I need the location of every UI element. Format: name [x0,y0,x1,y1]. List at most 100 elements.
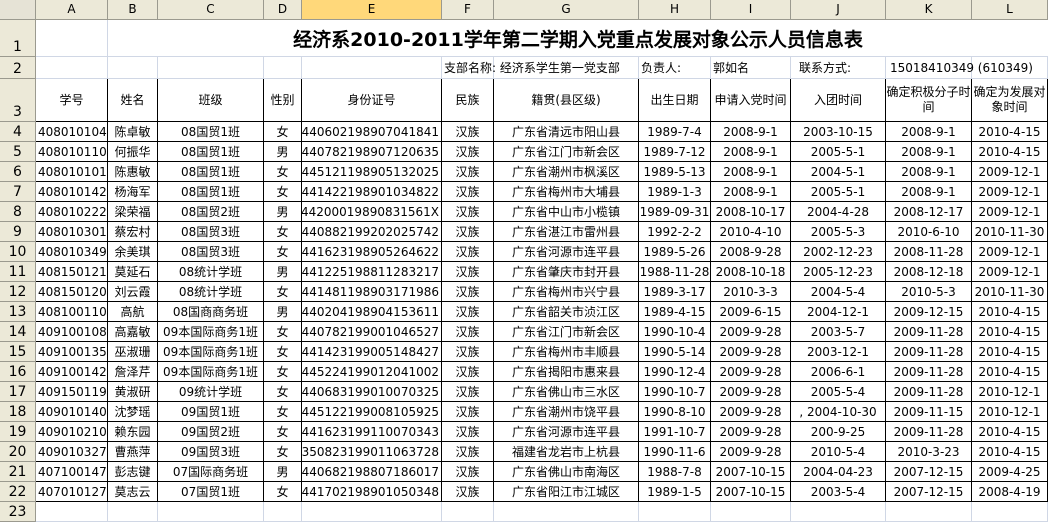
table-cell[interactable]: 440782199001046527 [302,322,442,342]
table-cell[interactable]: 2009-6-15 [711,302,791,322]
table-cell[interactable]: 汉族 [442,402,494,422]
table-cell[interactable]: 福建省龙岩市上杭县 [494,442,639,462]
table-cell[interactable]: 407010127 [36,482,108,502]
column-header-d[interactable]: D [264,0,302,20]
table-cell[interactable]: 广东省江门市新会区 [494,142,639,162]
table-cell[interactable]: 2009-11-28 [886,322,972,342]
table-cell[interactable]: 441422198901034822 [302,182,442,202]
table-cell[interactable]: 2004-5-4 [791,282,886,302]
table-cell[interactable]: 1989-5-26 [639,242,711,262]
table-cell[interactable]: 408010101 [36,162,108,182]
table-cell[interactable]: 女 [264,122,302,142]
table-cell[interactable]: 2008-9-1 [886,122,972,142]
table-cell[interactable]: 2010-3-3 [711,282,791,302]
table-cell[interactable]: 2009-11-28 [886,362,972,382]
table-cell[interactable]: 汉族 [442,242,494,262]
table-cell[interactable]: 广东省佛山市三水区 [494,382,639,402]
cell[interactable] [302,502,442,522]
cell[interactable] [36,57,108,79]
table-cell[interactable]: 08国贸1班 [158,182,264,202]
table-cell[interactable]: 08统计学班 [158,262,264,282]
table-cell[interactable]: 广东省揭阳市惠来县 [494,362,639,382]
table-cell[interactable]: 1989-4-15 [639,302,711,322]
table-cell[interactable]: 汉族 [442,382,494,402]
cell[interactable] [639,502,711,522]
table-cell[interactable]: 409100135 [36,342,108,362]
table-cell[interactable]: 彭志键 [108,462,158,482]
table-cell[interactable]: 09国贸2班 [158,422,264,442]
cell[interactable] [158,502,264,522]
leader-name[interactable]: 郭如名 [713,57,749,79]
table-cell[interactable]: 詹泽芹 [108,362,158,382]
header-5[interactable]: 民族 [442,79,494,122]
table-cell[interactable]: 汉族 [442,482,494,502]
table-cell[interactable]: 2010-11-30 [972,222,1048,242]
table-cell[interactable]: 2009-9-28 [711,322,791,342]
table-cell[interactable]: 440682198807186017 [302,462,442,482]
row-header-16[interactable]: 16 [0,362,36,382]
table-cell[interactable]: 2003-5-4 [791,482,886,502]
table-cell[interactable]: 巫淑珊 [108,342,158,362]
table-cell[interactable]: 07国贸1班 [158,482,264,502]
table-cell[interactable]: 2002-12-23 [791,242,886,262]
table-cell[interactable]: 高航 [108,302,158,322]
table-cell[interactable]: 409010210 [36,422,108,442]
table-cell[interactable]: 2008-9-28 [711,242,791,262]
table-cell[interactable]: 2010-6-10 [886,222,972,242]
table-cell[interactable]: 1988-11-28 [639,262,711,282]
table-cell[interactable]: 408010301 [36,222,108,242]
cell[interactable] [264,57,302,79]
table-cell[interactable]: 09本国际商务1班 [158,342,264,362]
table-cell[interactable]: 杨海军 [108,182,158,202]
table-cell[interactable]: 08国商商务班 [158,302,264,322]
table-cell[interactable]: 2008-10-17 [711,202,791,222]
column-header-f[interactable]: F [442,0,494,20]
table-cell[interactable]: 广东省韶关市浈江区 [494,302,639,322]
column-header-b[interactable]: B [108,0,158,20]
table-cell[interactable]: 女 [264,382,302,402]
table-cell[interactable]: 408010142 [36,182,108,202]
row-header-13[interactable]: 13 [0,302,36,322]
table-cell[interactable]: 2009-9-28 [711,422,791,442]
cell[interactable] [886,502,972,522]
table-cell[interactable]: 何振华 [108,142,158,162]
table-cell[interactable]: 408100110 [36,302,108,322]
table-cell[interactable]: 女 [264,182,302,202]
table-cell[interactable]: 2007-12-15 [886,462,972,482]
table-cell[interactable]: 汉族 [442,322,494,342]
header-11[interactable]: 确定为发展对象时间 [972,79,1048,122]
table-cell[interactable]: 女 [264,362,302,382]
row-header-11[interactable]: 11 [0,262,36,282]
table-cell[interactable]: 200-9-25 [791,422,886,442]
row-header-20[interactable]: 20 [0,442,36,462]
table-cell[interactable]: 2003-12-1 [791,342,886,362]
table-cell[interactable]: 09本国际商务1班 [158,322,264,342]
table-cell[interactable]: 1990-8-10 [639,402,711,422]
table-cell[interactable]: 高嘉敏 [108,322,158,342]
table-cell[interactable]: 2008-12-17 [886,202,972,222]
row-header-5[interactable]: 5 [0,142,36,162]
header-9[interactable]: 入团时间 [791,79,886,122]
table-cell[interactable]: 08统计学班 [158,282,264,302]
header-8[interactable]: 申请入党时间 [711,79,791,122]
table-cell[interactable]: 广东省肇庆市封开县 [494,262,639,282]
column-header-a[interactable]: A [36,0,108,20]
table-cell[interactable]: 女 [264,402,302,422]
table-cell[interactable]: 2009-11-28 [886,342,972,362]
table-cell[interactable]: 2004-5-1 [791,162,886,182]
table-cell[interactable]: 男 [264,202,302,222]
table-cell[interactable]: 广东省梅州市丰顺县 [494,342,639,362]
table-cell[interactable]: 广东省潮州市枫溪区 [494,162,639,182]
row-header-14[interactable]: 14 [0,322,36,342]
cell[interactable] [36,20,108,57]
table-cell[interactable]: 2009-9-28 [711,382,791,402]
table-cell[interactable]: 408150121 [36,262,108,282]
table-cell[interactable]: 440683199010070325 [302,382,442,402]
table-cell[interactable]: 2010-4-15 [972,142,1048,162]
table-cell[interactable]: 2010-4-15 [972,362,1048,382]
cell[interactable] [494,502,639,522]
table-cell[interactable]: , 2004-10-30 [791,402,886,422]
table-cell[interactable]: 2008-12-18 [886,262,972,282]
table-cell[interactable]: 440602198907041841 [302,122,442,142]
table-cell[interactable]: 汉族 [442,182,494,202]
